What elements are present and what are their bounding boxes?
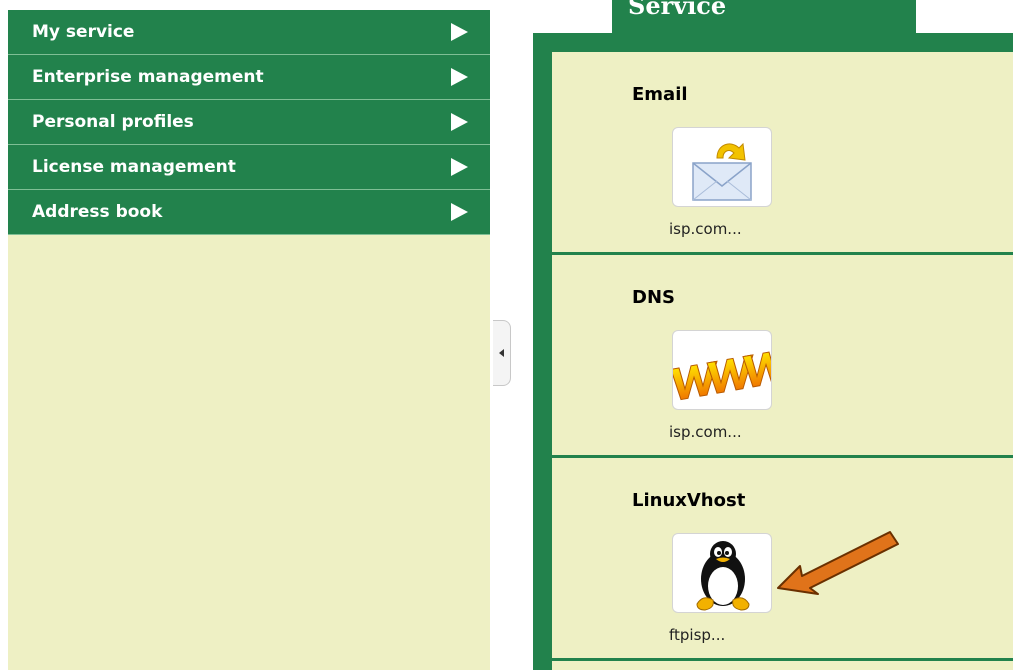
service-section-email: Email isp.com...	[552, 52, 1013, 255]
sidebar-item-address-book[interactable]: Address book	[8, 190, 490, 235]
sidebar-item-label: My service	[32, 22, 135, 42]
linuxvhost-service-button[interactable]	[672, 533, 772, 613]
sidebar-item-label: Enterprise management	[32, 67, 264, 87]
sidebar-item-label: Personal profiles	[32, 112, 194, 132]
section-caption: isp.com...	[669, 220, 742, 238]
sidebar-item-label: License management	[32, 157, 236, 177]
chevron-left-icon	[499, 349, 504, 357]
sidebar: My service Enterprise management Persona…	[8, 10, 490, 670]
sidebar-item-my-service[interactable]: My service	[8, 10, 490, 55]
tab-label: Service	[628, 0, 727, 20]
www-icon	[673, 347, 771, 401]
section-title: DNS	[632, 287, 675, 308]
section-title: Email	[632, 84, 688, 105]
sidebar-item-enterprise-management[interactable]: Enterprise management	[8, 55, 490, 100]
section-caption: ftpisp...	[669, 626, 726, 644]
linux-penguin-icon	[696, 541, 750, 611]
play-arrow-icon	[451, 23, 468, 41]
tab-service[interactable]: Service	[612, 0, 916, 36]
play-arrow-icon	[451, 203, 468, 221]
service-section-dns: DNS isp.com...	[552, 255, 1013, 458]
play-arrow-icon	[451, 113, 468, 131]
email-envelope-icon	[692, 142, 752, 201]
sidebar-item-personal-profiles[interactable]: Personal profiles	[8, 100, 490, 145]
play-arrow-icon	[451, 158, 468, 176]
section-title: LinuxVhost	[632, 490, 746, 511]
play-arrow-icon	[451, 68, 468, 86]
dns-service-button[interactable]	[672, 330, 772, 410]
section-caption: isp.com...	[669, 423, 742, 441]
orange-pointer-arrow	[777, 531, 899, 595]
sidebar-item-license-management[interactable]: License management	[8, 145, 490, 190]
email-service-button[interactable]	[672, 127, 772, 207]
sidebar-collapse-handle[interactable]	[493, 320, 511, 386]
sidebar-item-label: Address book	[32, 202, 163, 222]
